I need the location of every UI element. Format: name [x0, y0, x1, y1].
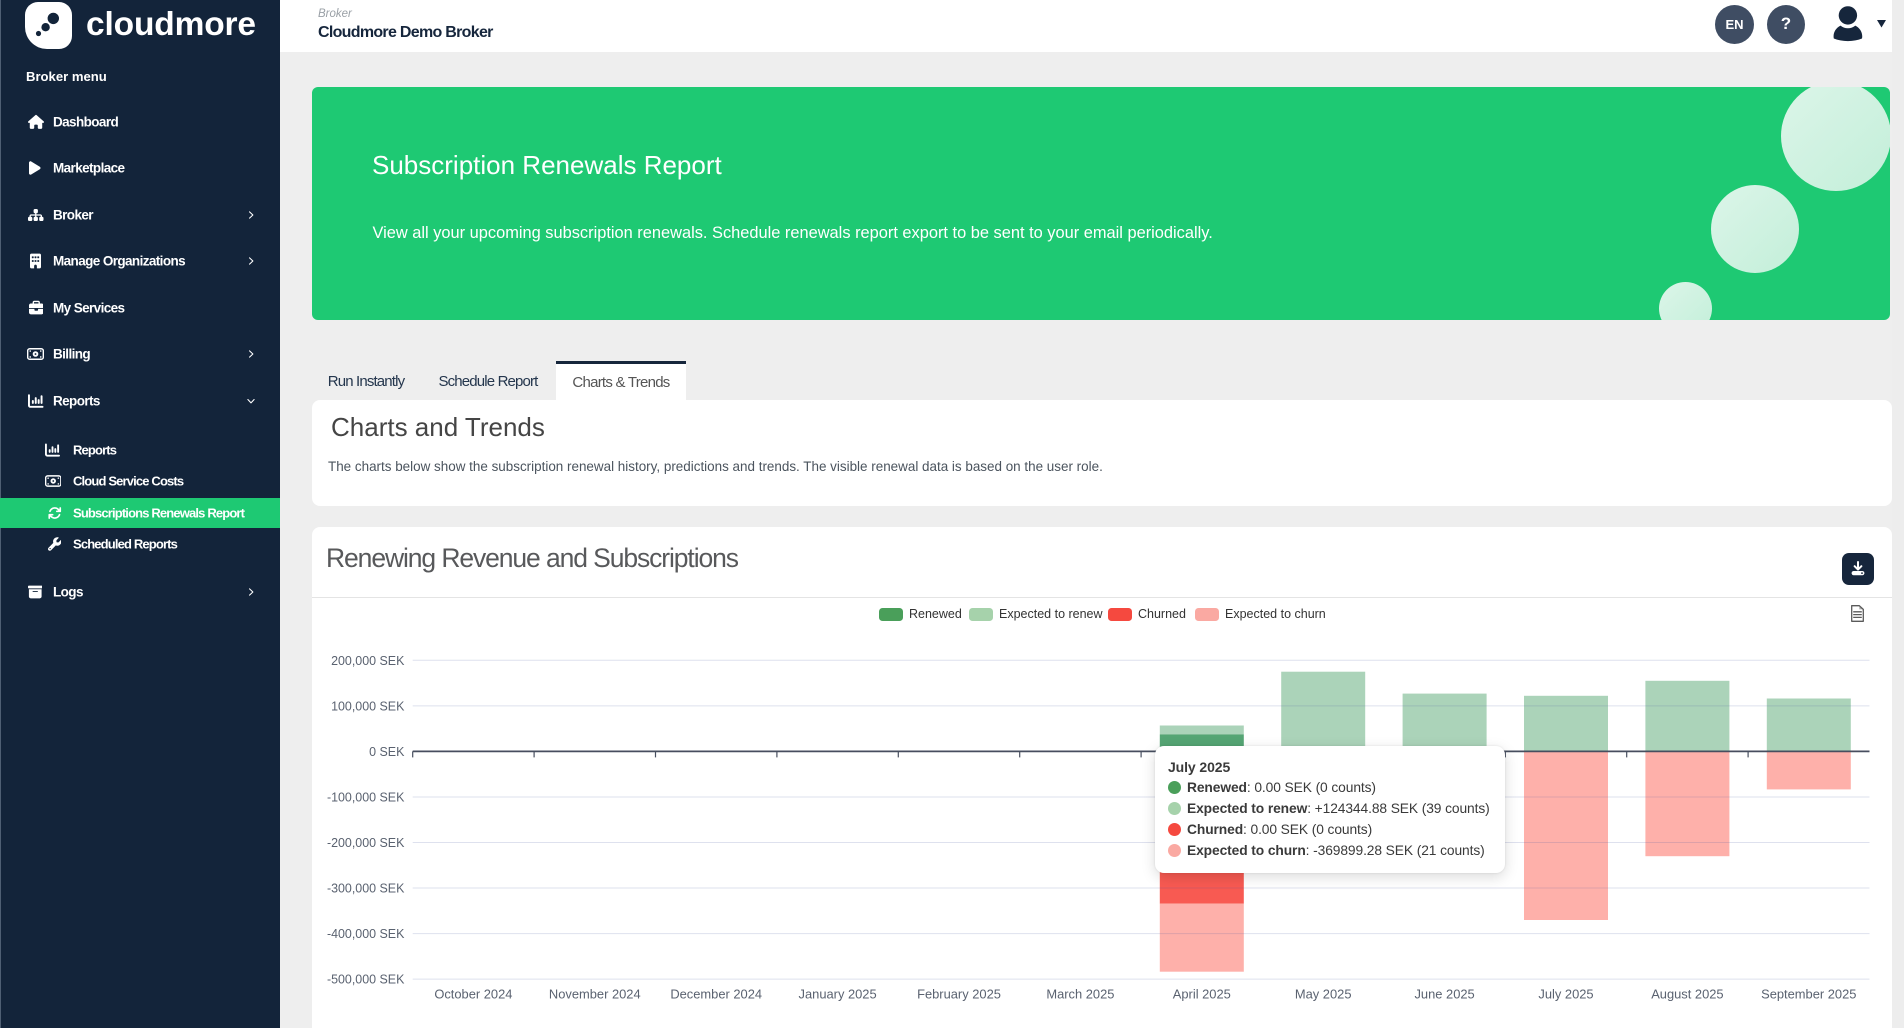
svg-text:June 2025: June 2025 — [1414, 987, 1474, 1002]
svg-text:-400,000 SEK: -400,000 SEK — [327, 927, 405, 941]
svg-text:August 2025: August 2025 — [1651, 987, 1723, 1002]
svg-text:March 2025: March 2025 — [1046, 987, 1114, 1002]
svg-text:-300,000 SEK: -300,000 SEK — [327, 882, 405, 896]
svg-text:May 2025: May 2025 — [1295, 987, 1352, 1002]
svg-text:July 2025: July 2025 — [1538, 987, 1593, 1002]
svg-text:December 2024: December 2024 — [670, 987, 762, 1002]
svg-text:0 SEK: 0 SEK — [369, 745, 405, 759]
svg-text:February 2025: February 2025 — [917, 987, 1001, 1002]
svg-text:September 2025: September 2025 — [1761, 987, 1856, 1002]
svg-text:-200,000 SEK: -200,000 SEK — [327, 836, 405, 850]
svg-text:April 2025: April 2025 — [1173, 987, 1231, 1002]
svg-text:-500,000 SEK: -500,000 SEK — [327, 973, 405, 987]
svg-text:November 2024: November 2024 — [549, 987, 641, 1002]
svg-text:100,000 SEK: 100,000 SEK — [331, 699, 405, 713]
svg-text:-100,000 SEK: -100,000 SEK — [327, 790, 405, 804]
svg-text:January 2025: January 2025 — [799, 987, 877, 1002]
svg-text:200,000 SEK: 200,000 SEK — [331, 654, 405, 668]
svg-text:October 2024: October 2024 — [434, 987, 512, 1002]
